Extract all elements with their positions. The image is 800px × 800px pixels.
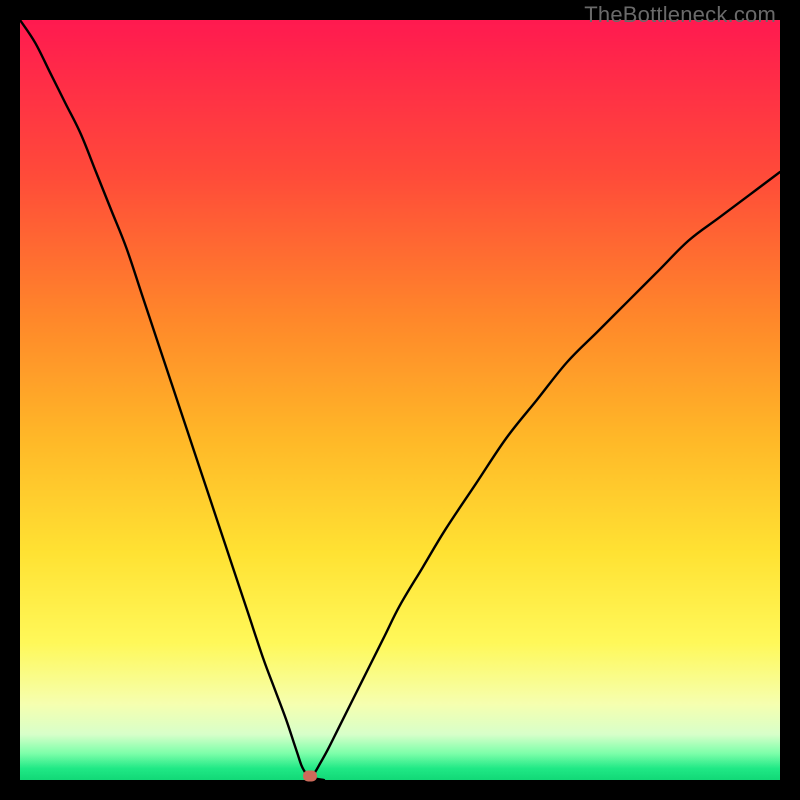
chart-frame <box>20 20 780 780</box>
bottleneck-marker <box>303 771 317 782</box>
watermark-text: TheBottleneck.com <box>584 2 776 28</box>
gradient-background <box>20 20 780 780</box>
